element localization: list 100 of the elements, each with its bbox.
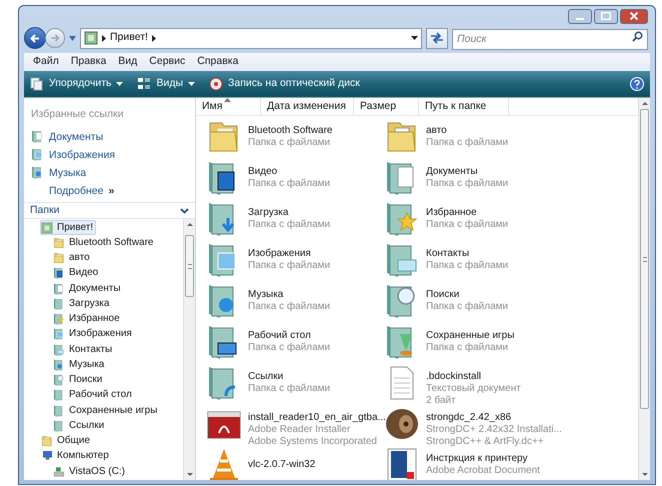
- scrollbar[interactable]: [638, 98, 650, 480]
- menu-item[interactable]: Файл: [32, 54, 60, 70]
- forward-arrow-icon: [50, 34, 60, 42]
- file-name[interactable]: strongdc_2.42_x86: [426, 412, 562, 424]
- maximize-button[interactable]: [594, 8, 618, 24]
- file-name[interactable]: vlc-2.0.7-win32: [248, 459, 316, 471]
- tree-item[interactable]: Привет!: [40, 220, 96, 236]
- documents-folder-icon: [31, 130, 44, 143]
- file-detail: 2 байт: [426, 395, 457, 407]
- scroll-up-arrow-icon[interactable]: [186, 223, 192, 226]
- tree-item[interactable]: Рабочий стол: [52, 388, 135, 403]
- minimize-icon: [576, 18, 584, 20]
- toolbar-button[interactable]: Запись на оптический диск: [209, 76, 360, 92]
- file-name[interactable]: Сохраненные игры: [426, 330, 514, 342]
- tree-item[interactable]: Изображения: [52, 326, 135, 342]
- search-folder-icon: [53, 374, 65, 386]
- computer-icon: [41, 450, 53, 462]
- file-detail: Папка с файлами: [248, 260, 330, 272]
- tree-item[interactable]: Общие: [40, 434, 93, 449]
- file-name[interactable]: Поиски: [426, 289, 508, 301]
- toolbar-button[interactable]: Упорядочить: [30, 76, 124, 92]
- search-field[interactable]: Поиск: [452, 28, 648, 50]
- tree-item[interactable]: Видео: [52, 266, 102, 281]
- file-detail: Adobe Acrobat Document: [426, 465, 540, 477]
- folders-header[interactable]: Папки: [24, 202, 195, 219]
- scrollbar[interactable]: [183, 219, 195, 480]
- tree-item[interactable]: Избранное: [52, 312, 123, 327]
- file-detail: Папка с файлами: [248, 301, 330, 313]
- back-button[interactable]: [24, 27, 46, 49]
- file-name[interactable]: авто: [426, 125, 508, 137]
- file-name[interactable]: Музыка: [248, 289, 330, 301]
- file-detail: Текстовый документ: [426, 383, 521, 395]
- file-name[interactable]: Документы: [426, 166, 508, 178]
- refresh-button[interactable]: [426, 28, 448, 48]
- scroll-up-arrow-icon[interactable]: [642, 102, 648, 105]
- menu-item[interactable]: Правка: [70, 54, 108, 70]
- file-detail: Папка с файлами: [426, 342, 510, 354]
- file-name[interactable]: Видео: [248, 166, 330, 178]
- tree-item[interactable]: Музыка: [52, 357, 108, 372]
- reel-icon: [384, 406, 420, 442]
- file-name[interactable]: Bluetooth Software: [248, 125, 332, 137]
- file-name[interactable]: Рабочий стол: [248, 330, 330, 342]
- file-detail: Папка с файлами: [248, 219, 330, 231]
- star-folder-icon: [384, 201, 420, 237]
- menu-item[interactable]: Справка: [196, 54, 240, 70]
- file-detail: Папка с файлами: [248, 137, 332, 149]
- tree-item[interactable]: Сохраненные игры: [52, 403, 160, 418]
- file-name[interactable]: Избранное: [426, 207, 508, 219]
- folder-icon: [53, 236, 65, 249]
- file-name[interactable]: install_reader10_en_air_gtba...: [248, 412, 386, 424]
- tree-item[interactable]: Поиски: [52, 372, 106, 388]
- file-name[interactable]: Изображения: [248, 248, 330, 260]
- folder-icon: [53, 420, 65, 432]
- favorite-link[interactable]: Музыка: [31, 165, 86, 180]
- file-name[interactable]: Инстркция к принтеру: [426, 453, 540, 465]
- pages-icon: [30, 77, 44, 91]
- column-header[interactable]: Размер: [354, 98, 419, 115]
- pictures-folder-icon: [53, 328, 65, 340]
- column-header[interactable]: Имя: [196, 98, 261, 115]
- file-detail: Папка с файлами: [426, 219, 508, 231]
- documents-folder-icon: [53, 282, 65, 295]
- tree-item[interactable]: VistaOS (C:): [52, 464, 128, 480]
- breadcrumb-item[interactable]: Привет!: [110, 30, 148, 46]
- column-header[interactable]: Дата изменения: [261, 98, 354, 115]
- double-chevron-icon: »: [108, 185, 114, 197]
- column-header[interactable]: Путь к папке: [419, 98, 509, 115]
- favorite-link[interactable]: Документы: [31, 129, 104, 144]
- file-detail: Adobe Systems Incorporated: [248, 436, 378, 448]
- file-name[interactable]: Ссылки: [248, 371, 330, 383]
- chevron-icon: [102, 34, 106, 42]
- scroll-down-arrow-icon[interactable]: [642, 473, 648, 476]
- more-link[interactable]: Подробнее: [49, 185, 104, 197]
- star-folder-icon: [53, 313, 65, 326]
- address-bar[interactable]: Привет!: [80, 28, 422, 48]
- close-button[interactable]: [620, 8, 648, 24]
- tree-item[interactable]: Bluetooth Software: [52, 235, 156, 250]
- file-detail: Папка с файлами: [248, 342, 330, 354]
- file-detail: Папка с файлами: [248, 178, 330, 190]
- file-name[interactable]: Контакты: [426, 248, 508, 260]
- pictures-folder-icon: [31, 148, 44, 161]
- help-button[interactable]: [630, 77, 644, 91]
- menu-item[interactable]: Сервис: [148, 54, 186, 70]
- tree-item[interactable]: Контакты: [52, 342, 116, 358]
- file-detail: Папка с файлами: [426, 178, 508, 190]
- file-name[interactable]: Загрузка: [248, 207, 330, 219]
- dropdown-arrow-icon: [69, 36, 76, 40]
- tree-item[interactable]: Документы: [52, 281, 124, 296]
- file-name[interactable]: .bdockinstall: [426, 371, 521, 383]
- toolbar-button[interactable]: Виды: [137, 76, 196, 92]
- scroll-down-arrow-icon[interactable]: [186, 473, 192, 476]
- folder-icon: [53, 389, 65, 402]
- minimize-button[interactable]: [568, 8, 592, 24]
- chevron-down-icon: [180, 208, 189, 214]
- tree-item[interactable]: Загрузка: [52, 296, 112, 312]
- menu-item[interactable]: Вид: [117, 54, 138, 70]
- tree-item[interactable]: авто: [52, 250, 93, 266]
- favorite-link[interactable]: Изображения: [31, 147, 115, 162]
- tree-item[interactable]: Ссылки: [52, 418, 108, 434]
- question-mark-icon: [634, 80, 640, 88]
- tree-item[interactable]: Компьютер: [40, 448, 112, 464]
